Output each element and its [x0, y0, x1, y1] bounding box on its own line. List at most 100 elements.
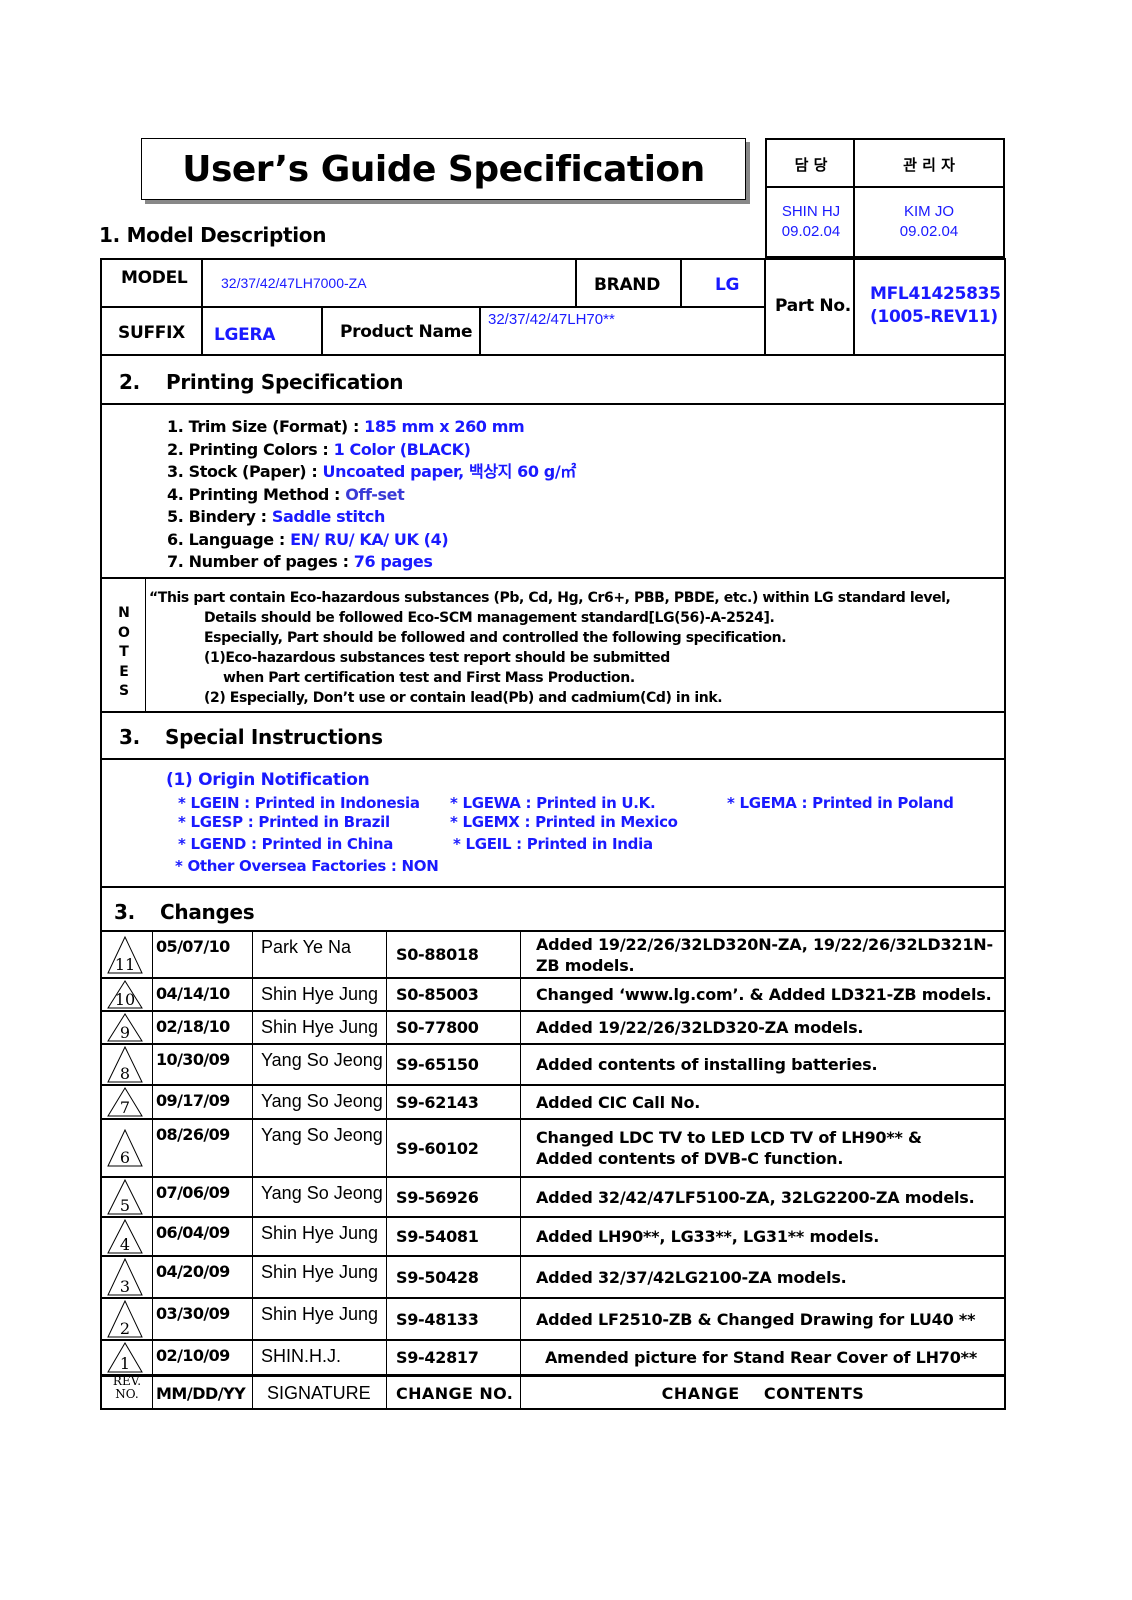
change-date: 09/17/09: [156, 1091, 230, 1110]
change-contents-line: Changed LDC TV to LED LCD TV of LH90** &: [536, 1128, 922, 1147]
change-number: S9-54081: [396, 1227, 479, 1246]
revision-triangle-icon: 9: [107, 1011, 149, 1044]
change-date: 05/07/10: [156, 937, 230, 956]
change-number: S9-42817: [396, 1348, 479, 1367]
change-signature: Yang So Jeong: [261, 1125, 383, 1145]
change-contents-line: Changed ‘www.lg.com’. & Added LD321-ZB m…: [536, 985, 992, 1004]
origin-item: * LGESP : Printed in Brazil: [178, 813, 390, 831]
spec-value: 1 Color (BLACK): [333, 439, 471, 459]
change-date: 10/30/09: [156, 1050, 230, 1069]
notes-letter: S: [118, 683, 130, 699]
revision-triangle-icon: 5: [107, 1177, 149, 1217]
approval-table: 담 당 관 리 자 SHIN HJ 09.02.04 KIM JO 09.02.…: [765, 138, 1005, 258]
change-date: 03/30/09: [156, 1304, 230, 1323]
revision-number: 3: [120, 1277, 130, 1296]
suffix-value: LGERA: [214, 325, 276, 345]
approval-header-manager: 관 리 자: [903, 155, 955, 174]
change-row: 1 02/10/09 SHIN.H.J. S9-42817 Amended pictur…: [101, 1340, 1005, 1375]
changes-heading: Changes: [160, 900, 255, 924]
change-contents-line: Added CIC Call No.: [536, 1092, 701, 1112]
divider: [100, 758, 1006, 760]
change-row: 7 09/17/09 Yang So Jeong S9-62143 Added CIC …: [101, 1085, 1005, 1119]
model-label: MODEL: [121, 268, 188, 288]
revision-triangle-icon: 8: [107, 1044, 149, 1085]
change-contents: Changed LDC TV to LED LCD TV of LH90** &…: [536, 1119, 922, 1177]
approval-header-charge: 담 당: [794, 155, 828, 174]
printing-spec-list: 1. Trim Size (Format) : 185 mm x 260 mm …: [167, 416, 576, 574]
date-header: MM/DD/YY: [156, 1384, 246, 1403]
origin-item: * LGEIN : Printed in Indonesia: [178, 794, 420, 812]
change-date: 06/04/09: [156, 1223, 230, 1242]
change-date: 02/10/09: [156, 1346, 230, 1365]
change-date: 02/18/10: [156, 1017, 230, 1036]
brand-value: LG: [715, 275, 740, 295]
revision-triangle-icon: 2: [107, 1298, 149, 1340]
change-number: S9-60102: [396, 1138, 479, 1158]
printing-spec-number: 2.: [119, 370, 140, 394]
change-contents-line: Added contents of DVB-C function.: [536, 1149, 844, 1168]
part-no-value: MFL41425835: [870, 284, 1001, 304]
revision-triangle-icon: 6: [107, 1119, 149, 1177]
revision-number: 7: [120, 1098, 130, 1117]
divider: [100, 886, 1006, 888]
change-number: S0-88018: [396, 945, 479, 964]
change-signature: Shin Hye Jung: [261, 1223, 379, 1243]
change-number: S9-65150: [396, 1055, 479, 1074]
divider: [145, 579, 146, 712]
change-contents: Added 19/22/26/32LD320-ZA models.: [536, 1011, 863, 1044]
revision-number: 11: [115, 955, 135, 974]
spec-label: 1. Trim Size (Format) :: [167, 417, 365, 436]
divider: [479, 306, 481, 356]
change-signature: Yang So Jeong: [261, 1050, 383, 1070]
revision-number: 1: [120, 1354, 130, 1373]
spec-value: Uncoated paper, 백상지 60 g/㎡: [322, 462, 577, 481]
change-contents: Changed ‘www.lg.com’. & Added LD321-ZB m…: [536, 978, 992, 1011]
revision-triangle-icon: 1: [107, 1340, 149, 1375]
change-row: 10 04/14/10 Shin Hye Jung S0-85003 Changed ‘…: [101, 978, 1005, 1011]
special-instructions-number: 3.: [119, 725, 140, 749]
change-contents-header: CHANGE CONTENTS: [661, 1384, 865, 1403]
origin-notification-heading: (1) Origin Notification: [166, 770, 370, 790]
change-row: 9 02/18/10 Shin Hye Jung S0-77800 Added 19/2…: [101, 1011, 1005, 1044]
spec-value: 185 mm x 260 mm: [364, 417, 525, 436]
approval-manager-name: KIM JO: [903, 203, 954, 220]
notes-letter: N: [118, 605, 130, 621]
change-contents: Added CIC Call No.: [536, 1085, 700, 1119]
change-date: 08/26/09: [156, 1125, 230, 1144]
divider: [100, 354, 1006, 356]
notes-line: Details should be followed Eco-SCM manag…: [204, 610, 775, 626]
approval-manager-signoff: KIM JO 09.02.04: [855, 188, 1003, 256]
change-row: 5 07/06/09 Yang So Jeong S9-56926 Added 32/4…: [101, 1177, 1005, 1217]
change-contents-line: Added LH90**, LG33**, LG31** models.: [536, 1227, 880, 1246]
spec-item-pages: 7. Number of pages : 76 pages: [167, 551, 576, 574]
signature-header: SIGNATURE: [267, 1383, 371, 1403]
change-signature: SHIN.H.J.: [261, 1346, 342, 1366]
notes-letter: E: [119, 663, 129, 680]
change-contents: Added 32/37/42LG2100-ZA models.: [536, 1256, 847, 1298]
revision-number: 9: [120, 1023, 130, 1042]
rev-no-header: REV. NO.: [103, 1375, 151, 1401]
origin-item: * LGEIL : Printed in India: [453, 835, 653, 853]
change-number: S0-77800: [396, 1018, 479, 1037]
change-row: 4 06/04/09 Shin Hye Jung S9-54081 Added LH90…: [101, 1217, 1005, 1256]
model-value: 32/37/42/47LH7000-ZA: [221, 275, 367, 291]
change-contents-line: Added 19/22/26/32LD320N-ZA, 19/22/26/32L…: [536, 934, 993, 954]
notes-letter: O: [118, 624, 130, 641]
change-date: 04/14/10: [156, 984, 230, 1003]
revision-triangle-icon: 7: [107, 1085, 149, 1119]
spec-item-bindery: 5. Bindery : Saddle stitch: [167, 506, 576, 529]
spec-value: EN/ RU/ KA/ UK (4): [290, 529, 449, 549]
change-contents: Added 19/22/26/32LD320N-ZA, 19/22/26/32L…: [536, 931, 993, 978]
revision-number: 10: [115, 990, 135, 1009]
divider: [100, 711, 1006, 713]
origin-item: * LGEMA : Printed in Poland: [727, 794, 954, 812]
change-number: S9-62143: [396, 1092, 479, 1112]
spec-item-method: 4. Printing Method : Off-set: [167, 484, 576, 507]
product-name-label: Product Name: [340, 322, 473, 342]
revision-number: 6: [120, 1148, 130, 1167]
change-row: 2 03/30/09 Shin Hye Jung S9-48133 Added LF25…: [101, 1298, 1005, 1340]
change-contents-line: ZB models.: [536, 955, 635, 975]
divider: [853, 140, 855, 256]
revision-number: 4: [120, 1235, 130, 1254]
change-row: 11 05/07/10 Park Ye Na S0-88018 Added 19/22/…: [101, 931, 1005, 978]
